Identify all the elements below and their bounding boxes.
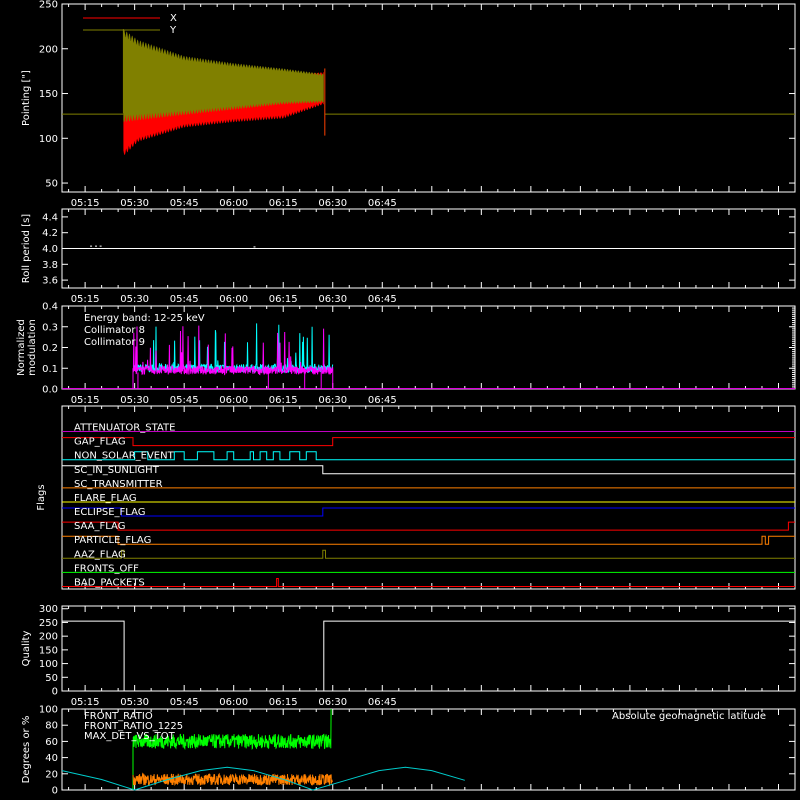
x-tick-label: 05:15 bbox=[71, 395, 100, 406]
x-tick-label: 05:30 bbox=[120, 198, 149, 209]
y-axis-label: Pointing ["] bbox=[21, 70, 32, 126]
x-tick-label: 06:30 bbox=[318, 294, 347, 305]
y-tick-label: 0.3 bbox=[42, 322, 58, 333]
y-tick-label: 0.1 bbox=[42, 364, 58, 375]
x-tick-label: 05:30 bbox=[120, 294, 149, 305]
y-tick-label: 100 bbox=[39, 705, 58, 716]
legend-label-collimator-8: Collimator 8 bbox=[84, 325, 145, 336]
y-tick-label: 0 bbox=[52, 786, 58, 797]
y-tick-label: 150 bbox=[39, 89, 58, 100]
x-tick-label: 05:45 bbox=[170, 294, 199, 305]
x-tick-label: 06:15 bbox=[269, 294, 298, 305]
x-tick-label: 06:30 bbox=[318, 198, 347, 209]
y-tick-label: 40 bbox=[45, 753, 58, 764]
y-tick-label: 250 bbox=[39, 0, 58, 11]
y-axis-label: Flags bbox=[36, 484, 47, 510]
flag-non-solar-event-label: NON_SOLAR_EVENT bbox=[74, 451, 175, 462]
x-tick-label: 06:15 bbox=[269, 697, 298, 708]
y-tick-label: 0 bbox=[52, 687, 58, 698]
y-axis-label: Roll period [s] bbox=[21, 214, 32, 283]
y-axis-label: Degrees or % bbox=[21, 716, 32, 784]
legend-label-max-det-vs-tot: MAX_DET_VS_TOT bbox=[84, 731, 176, 742]
x-tick-label: 05:15 bbox=[71, 294, 100, 305]
y-tick-label: 20 bbox=[45, 769, 58, 780]
y-tick-label: 3.8 bbox=[42, 260, 58, 271]
panel-geomagnetic: 020406080100Degrees or % FRONT_RATIOFRONT… bbox=[21, 705, 796, 797]
flag-flare-flag-label: FLARE_FLAG bbox=[74, 493, 137, 504]
y-tick-label: 60 bbox=[45, 737, 58, 748]
series-max-det-vs-tot bbox=[132, 772, 333, 787]
y-axis-label: Normalized bbox=[16, 319, 27, 376]
flag-eclipse-flag-label: ECLIPSE_FLAG bbox=[74, 507, 145, 518]
legend-label-y: Y bbox=[169, 25, 177, 36]
x-tick-label: 06:45 bbox=[368, 697, 397, 708]
x-tick-label: 05:15 bbox=[71, 198, 100, 209]
flag-fronts-off-label: FRONTS_OFF bbox=[74, 563, 139, 574]
flag-bad-packets-trace bbox=[62, 578, 795, 587]
flag-gap-flag-label: GAP_FLAG bbox=[74, 437, 126, 448]
y-tick-label: 200 bbox=[39, 632, 58, 643]
flag-eclipse-flag-trace bbox=[62, 507, 795, 517]
y-tick-label: 200 bbox=[39, 44, 58, 55]
flag-gap-flag-trace bbox=[62, 437, 795, 447]
flag-sc-transmitter-label: SC_TRANSMITTER bbox=[74, 479, 163, 490]
y-tick-label: 4.2 bbox=[42, 228, 58, 239]
x-tick-label: 06:15 bbox=[269, 395, 298, 406]
y-tick-label: 50 bbox=[45, 179, 58, 190]
legend-label-collimator-9: Collimator 9 bbox=[84, 337, 145, 348]
x-tick-label: 06:00 bbox=[219, 697, 248, 708]
flag-particle-flag-label: PARTICLE_FLAG bbox=[74, 535, 151, 546]
panel-roll-period: 05:15 05:30 05:45 06:00 06:15 06:30 06:45 3.6 3.… bbox=[21, 208, 796, 305]
x-tick-label: 06:00 bbox=[219, 198, 248, 209]
rhessi-quicklook-figure: 05:15 05:30 05:45 06:00 06:15 06:30 06:45 50 100… bbox=[16, 0, 796, 797]
panel-flags: Flags ATTENUATOR_STATE GAP_FLAG NON_SOLAR_E… bbox=[36, 405, 796, 590]
x-tick-label: 05:30 bbox=[120, 697, 149, 708]
y-tick-label: 4.0 bbox=[42, 244, 58, 255]
legend-label-x: X bbox=[170, 13, 177, 24]
y-tick-label: 50 bbox=[45, 673, 58, 684]
panel-modulation: 05:15 05:30 05:45 06:00 06:15 06:30 06:45 0.0 0.… bbox=[16, 302, 796, 406]
energy-band-annotation: Energy band: 12-25 keV bbox=[84, 313, 205, 324]
flag-aaz-flag-label: AAZ_FLAG bbox=[74, 549, 126, 560]
y-tick-label: 100 bbox=[39, 659, 58, 670]
x-tick-label: 06:15 bbox=[269, 198, 298, 209]
y-tick-label: 300 bbox=[39, 604, 58, 615]
x-tick-label: 06:00 bbox=[219, 294, 248, 305]
plot-frame bbox=[61, 605, 796, 692]
y-tick-label: 150 bbox=[39, 645, 58, 656]
y-tick-label: 80 bbox=[45, 721, 58, 732]
x-tick-label: 05:45 bbox=[170, 198, 199, 209]
x-tick-label: 06:45 bbox=[368, 198, 397, 209]
flag-particle-flag-trace bbox=[62, 535, 795, 545]
flag-sc-in-sunlight-trace bbox=[62, 465, 795, 475]
x-tick-label: 05:30 bbox=[120, 395, 149, 406]
quality-trace bbox=[62, 620, 795, 692]
legend-label-geomagnetic-latitude: Absolute geomagnetic latitude bbox=[612, 711, 766, 722]
x-tick-label: 06:45 bbox=[368, 395, 397, 406]
y-axis-label: Quality bbox=[21, 631, 32, 667]
x-tick-label: 05:15 bbox=[71, 697, 100, 708]
y-tick-label: 250 bbox=[39, 618, 58, 629]
flag-sc-in-sunlight-label: SC_IN_SUNLIGHT bbox=[74, 465, 160, 476]
flag-bad-packets-label: BAD_PACKETS bbox=[74, 577, 145, 588]
x-tick-label: 05:45 bbox=[170, 697, 199, 708]
x-tick-label: 06:45 bbox=[368, 294, 397, 305]
x-tick-label: 06:00 bbox=[219, 395, 248, 406]
x-tick-label: 06:30 bbox=[318, 395, 347, 406]
y-tick-label: 100 bbox=[39, 134, 58, 145]
x-tick-label: 05:45 bbox=[170, 395, 199, 406]
y-tick-label: 0.0 bbox=[42, 385, 58, 396]
x-tick-label: 06:30 bbox=[318, 697, 347, 708]
y-tick-label: 3.6 bbox=[42, 276, 58, 287]
y-axis-label: modulation bbox=[27, 319, 38, 376]
panel-pointing: 05:15 05:30 05:45 06:00 06:15 06:30 06:45 50 100… bbox=[21, 0, 796, 209]
flag-saa-flag-label: SAA_FLAG bbox=[74, 521, 125, 532]
y-tick-label: 4.4 bbox=[42, 212, 58, 223]
panel-quality: 05:15 05:30 05:45 06:00 06:15 06:30 06:45 0 50 10… bbox=[21, 604, 796, 708]
y-tick-label: 0.4 bbox=[42, 302, 58, 313]
flag-attenuator-state-label: ATTENUATOR_STATE bbox=[74, 423, 175, 434]
y-tick-label: 0.2 bbox=[42, 343, 58, 354]
flag-saa-flag-trace bbox=[62, 521, 795, 531]
flag-aaz-flag-trace bbox=[62, 549, 795, 559]
